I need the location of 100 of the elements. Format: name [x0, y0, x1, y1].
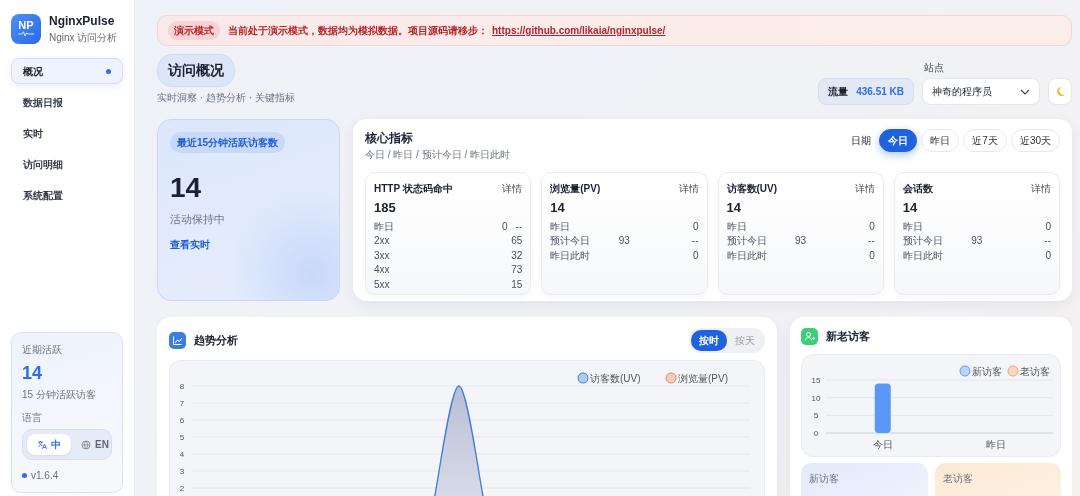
panel-title: 趋势分析 [194, 333, 238, 349]
chevron-down-icon [1020, 88, 1030, 95]
axis-label: 0 [813, 429, 819, 438]
axis-label: 5 [179, 433, 185, 442]
view-mode-button[interactable]: 按时 [691, 330, 727, 351]
metric-title: 会话数 [902, 182, 933, 196]
status-text: 活动保持中 [170, 211, 225, 227]
row-label: 昨日 [550, 219, 572, 234]
traffic-badge: 流量 436.51 KB [818, 78, 914, 105]
row-label: 4xx [374, 263, 391, 277]
nav-item[interactable]: 概况 [11, 58, 123, 84]
date-range-button[interactable]: 近7天 [963, 129, 1007, 152]
axis-label: 3 [179, 467, 185, 476]
site-select[interactable]: 神奇的程序员 [922, 78, 1040, 105]
row-value: 0 [692, 219, 699, 234]
row-label: 2xx [374, 234, 391, 248]
metric-value: 14 [902, 199, 919, 217]
row-label: 昨日此时 [902, 248, 944, 263]
row-label: 5xx [374, 277, 391, 292]
status-dot [22, 473, 27, 478]
row-label: 昨日 [374, 219, 395, 234]
row-label: 昨日此时 [726, 248, 768, 263]
date-range-button[interactable]: 近30天 [1010, 129, 1060, 152]
axis-label: 4 [179, 450, 185, 459]
row-value: 0 [692, 248, 699, 263]
details-link[interactable]: 详情 [854, 181, 875, 196]
translate-icon [37, 439, 47, 450]
globe-icon [81, 439, 91, 450]
row-value: 15 [511, 277, 523, 292]
legend-item: 新访客 [959, 365, 1002, 377]
date-range-button[interactable]: 昨日 [921, 129, 960, 152]
view-realtime-link[interactable]: 查看实时 [170, 237, 210, 253]
banner-text: 当前处于演示模式，数据均为模拟数据。项目源码请移步： [228, 24, 488, 38]
demo-badge: 演示模式 [168, 21, 220, 40]
language-label: 语言 [22, 411, 43, 425]
axis-label: 昨日 [986, 439, 1007, 450]
row-value: 0 [502, 219, 508, 234]
axis-label: 7 [179, 399, 185, 408]
metric-title: HTTP 状态码命中 [374, 182, 453, 196]
change-value: -- [1044, 234, 1051, 248]
row-value: 93 [795, 235, 807, 246]
moon-icon [1054, 86, 1066, 97]
row-value: 32 [511, 248, 523, 263]
version-label: v1.6.4 [31, 469, 59, 483]
legend-label: 新访客 [972, 365, 1002, 377]
language-option[interactable]: EN [71, 434, 119, 455]
app-name: NginxPulse [49, 13, 116, 30]
row-label: 昨日 [726, 219, 748, 234]
panel-subtitle: 今日 / 昨日 / 预计今日 / 昨日此时 [365, 148, 510, 162]
details-link[interactable]: 详情 [1031, 181, 1051, 196]
page-title: 访问概况 [157, 54, 235, 87]
row-value: 0 [869, 219, 875, 234]
stat-label: 老访客 [942, 472, 974, 486]
axis-label: 5 [813, 411, 819, 421]
user-add-icon [801, 328, 818, 345]
legend-label: 访客数(UV) [590, 372, 641, 384]
panel-title: 核心指标 [365, 130, 414, 147]
theme-toggle-button[interactable] [1048, 78, 1072, 105]
source-link[interactable]: https://github.com/likaia/nginxpulse/ [492, 23, 666, 38]
date-range-button[interactable]: 今日 [879, 129, 918, 152]
legend-label: 浏览量(PV) [678, 372, 728, 384]
details-link[interactable]: 详情 [502, 181, 523, 196]
row-value: 93 [971, 235, 983, 246]
details-link[interactable]: 详情 [678, 181, 699, 196]
change-value: -- [691, 234, 699, 248]
card-title: 近期活跃 [22, 343, 63, 358]
stat-label: 新访客 [809, 472, 840, 486]
metric-value: 185 [374, 199, 397, 217]
nav-item[interactable]: 数据日报 [11, 89, 123, 115]
row-value: 73 [511, 263, 523, 277]
date-label: 日期 [851, 134, 872, 148]
card-caption: 15 分钟活跃访客 [22, 388, 97, 402]
axis-label: 10 [811, 393, 821, 403]
chart-icon [169, 332, 186, 349]
row-value: 0 [1045, 219, 1051, 234]
change-value: -- [868, 234, 875, 248]
row-value: 0 [1045, 248, 1051, 263]
axis-label: 6 [179, 416, 185, 425]
row-label: 预计今日 [902, 234, 944, 248]
visitor-count: 14 [170, 171, 202, 205]
logo: NP [11, 13, 41, 44]
axis-label: 今日 [872, 439, 893, 450]
panel-title: 新老访客 [826, 329, 870, 345]
nav-item[interactable]: 实时 [11, 120, 123, 146]
axis-label: 8 [179, 382, 185, 391]
axis-label: 2 [179, 484, 185, 493]
nav-item[interactable]: 访问明细 [11, 151, 123, 177]
row-value: 65 [511, 234, 523, 248]
legend-item: 访客数(UV) [577, 372, 641, 384]
change-value: -- [515, 219, 523, 234]
axis-label: 15 [811, 376, 821, 385]
row-label: 昨日此时 [550, 248, 592, 263]
metric-title: 浏览量(PV) [550, 182, 601, 196]
nav-item[interactable]: 系统配置 [11, 182, 123, 208]
row-label: 昨日 [902, 219, 924, 234]
page-subtitle: 实时洞察 · 趋势分析 · 关键指标 [157, 91, 295, 105]
row-value: 0 [869, 248, 875, 263]
site-label: 站点 [924, 61, 945, 75]
active-count: 14 [22, 363, 44, 385]
language-option[interactable]: 中 [27, 434, 71, 455]
